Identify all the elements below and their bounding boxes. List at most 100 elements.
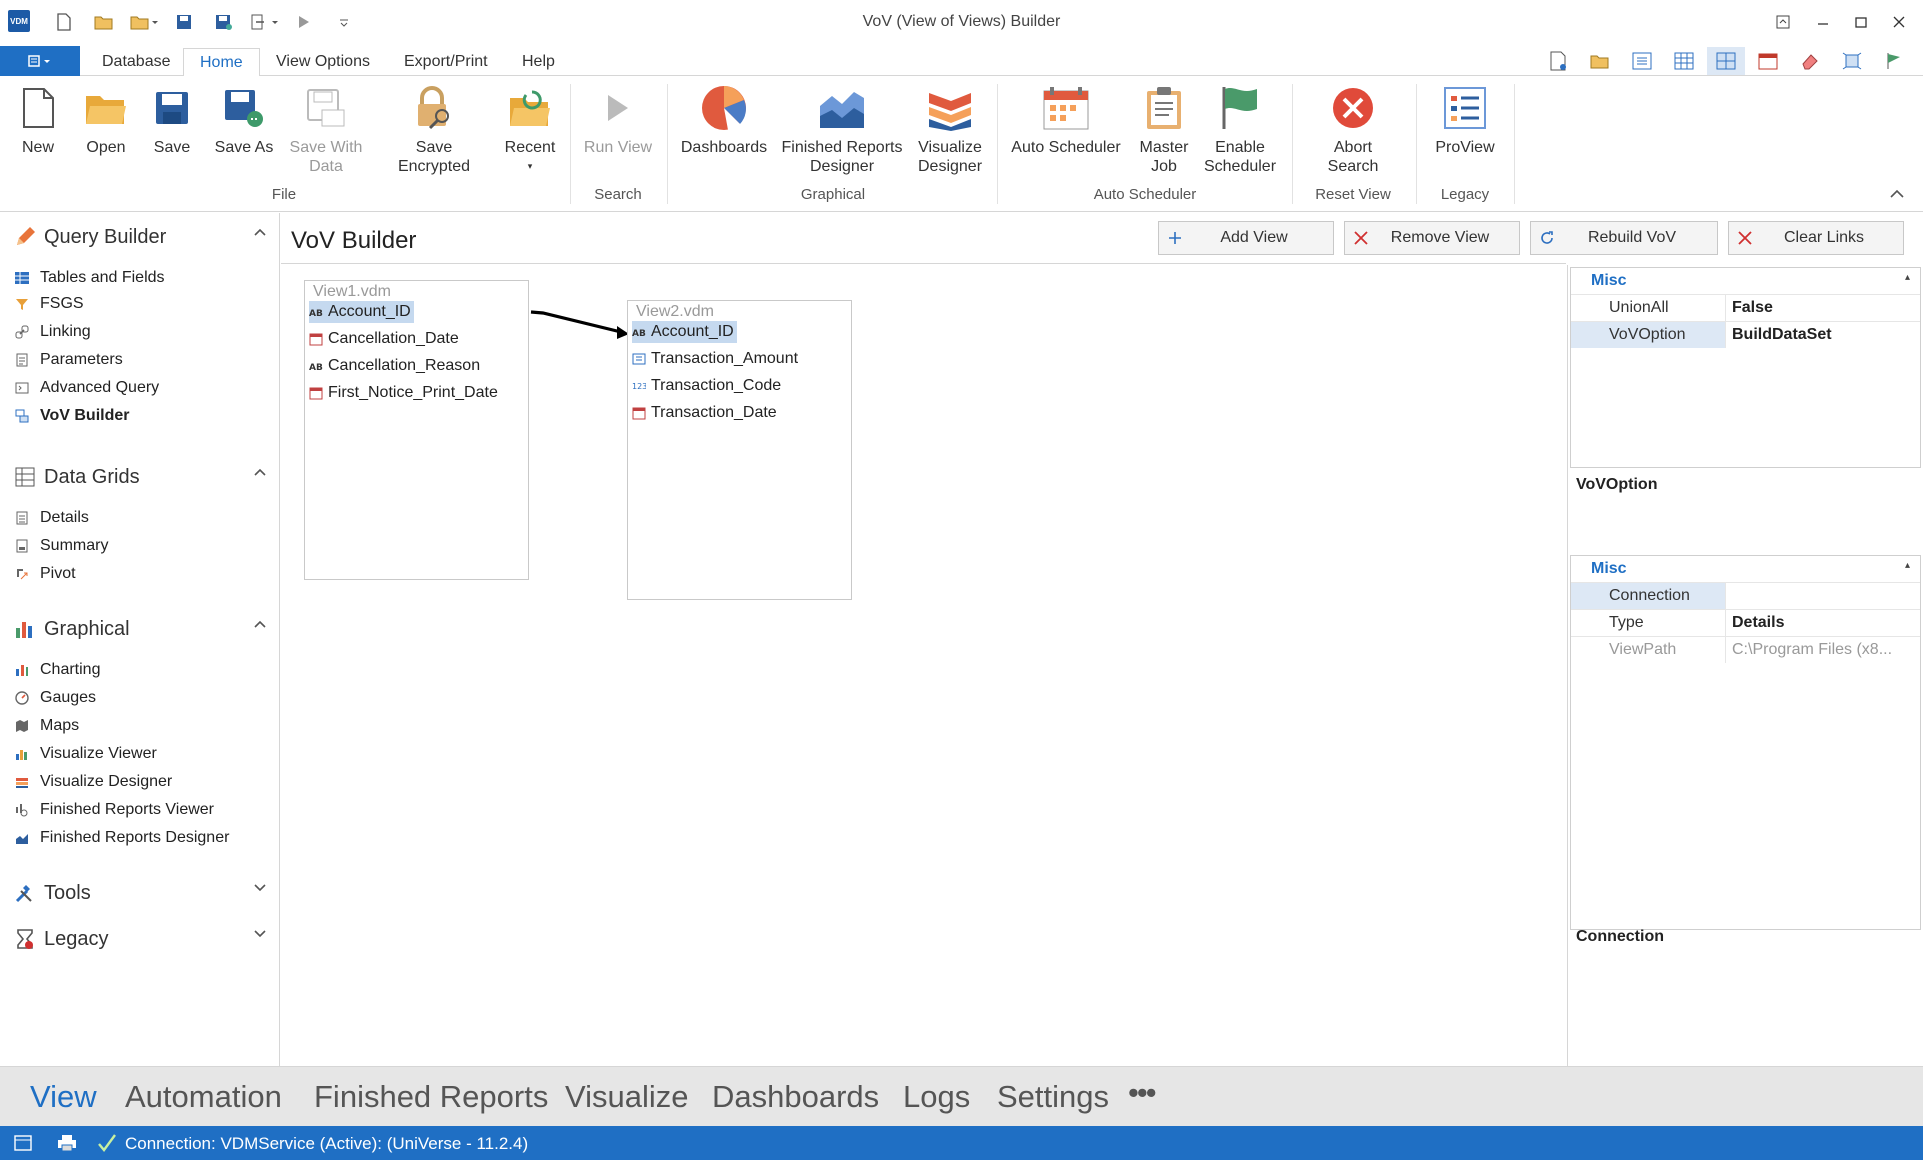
nav-item-vov-builder[interactable]: VoV Builder (14, 403, 264, 429)
view2-field[interactable]: 123 Transaction_Code (632, 375, 781, 397)
bottom-tab-dashboards[interactable]: Dashboards (712, 1079, 879, 1115)
app-menu-button[interactable] (0, 46, 80, 76)
collapse-icon[interactable]: ▴ (1905, 272, 1910, 283)
maximize-icon[interactable] (1842, 10, 1880, 34)
fit-layout-icon[interactable] (1623, 47, 1661, 75)
property-row-viewpath[interactable]: ViewPath C:\Program Files (x8... (1571, 636, 1920, 663)
view1-box[interactable]: View1.vdm AB Account_ID Cancellation_Dat… (304, 280, 529, 580)
frame-icon[interactable] (1833, 47, 1871, 75)
tab-view-options[interactable]: View Options (260, 48, 386, 76)
vov-canvas[interactable]: View1.vdm AB Account_ID Cancellation_Dat… (281, 264, 1566, 1066)
open-button[interactable]: Open (82, 82, 130, 157)
nav-item-visualize-designer[interactable]: Visualize Designer (14, 769, 264, 795)
property-category[interactable]: Misc ▴ (1571, 556, 1920, 582)
view1-field[interactable]: AB Cancellation_Reason (309, 355, 480, 377)
nav-item-maps[interactable]: Maps (14, 713, 264, 739)
collapse-icon[interactable]: ▴ (1905, 560, 1910, 571)
view1-field[interactable]: Cancellation_Date (309, 328, 459, 350)
view2-field[interactable]: Transaction_Amount (632, 348, 798, 370)
nav-item-gauges[interactable]: Gauges (14, 685, 264, 711)
dashboards-button[interactable]: Dashboards (678, 82, 770, 157)
nav-group-tools[interactable]: Tools (12, 877, 272, 909)
nav-group-data-grids[interactable]: Data Grids (12, 461, 272, 493)
nav-group-legacy[interactable]: Legacy (12, 923, 272, 955)
chevron-down-icon[interactable] (254, 884, 266, 892)
nav-item-charting[interactable]: Charting (14, 657, 264, 683)
nav-item-tables-and-fields[interactable]: Tables and Fields (14, 265, 264, 291)
visualize-designer-button[interactable]: Visualize Designer (912, 82, 988, 176)
flag-icon[interactable] (1875, 47, 1913, 75)
tab-export-print[interactable]: Export/Print (388, 48, 504, 76)
proview-button[interactable]: ProView (1428, 82, 1502, 157)
nav-item-details[interactable]: Details (14, 505, 264, 531)
clear-links-button[interactable]: Clear Links (1728, 221, 1904, 255)
calendar-layout-icon[interactable] (1749, 47, 1787, 75)
nav-group-query-builder[interactable]: Query Builder (12, 221, 272, 253)
property-category[interactable]: Misc ▴ (1571, 268, 1920, 294)
add-view-button[interactable]: Add View (1158, 221, 1334, 255)
collapse-ribbon-icon[interactable] (1887, 184, 1907, 204)
printer-icon[interactable] (56, 1133, 78, 1153)
nav-item-visualize-viewer[interactable]: Visualize Viewer (14, 741, 264, 767)
property-value[interactable]: Details (1726, 610, 1920, 636)
bottom-tab-view[interactable]: View (30, 1079, 97, 1115)
chevron-up-icon[interactable] (254, 620, 266, 628)
save-encrypted-button[interactable]: Save Encrypted (378, 82, 490, 176)
nav-item-advanced-query[interactable]: Advanced Query (14, 375, 264, 401)
tab-database[interactable]: Database (86, 48, 187, 76)
tab-help[interactable]: Help (506, 48, 571, 76)
nav-item-summary[interactable]: Summary (14, 533, 264, 559)
tile-layout-icon[interactable] (1707, 47, 1745, 75)
master-job-button[interactable]: Master Job (1136, 82, 1192, 176)
view2-field[interactable]: Transaction_Date (632, 402, 777, 424)
panel-toggle-icon[interactable] (12, 1133, 34, 1153)
tab-home[interactable]: Home (183, 48, 260, 77)
bottom-tab-automation[interactable]: Automation (125, 1079, 282, 1115)
nav-item-pivot[interactable]: Pivot (14, 561, 264, 587)
view2-box[interactable]: View2.vdm AB Account_ID Transaction_Amou… (627, 300, 852, 600)
nav-item-linking[interactable]: Linking (14, 319, 264, 345)
property-value[interactable]: BuildDataSet (1726, 322, 1920, 348)
rebuild-vov-button[interactable]: Rebuild VoV (1530, 221, 1718, 255)
new-layout-icon[interactable] (1539, 47, 1577, 75)
nav-group-graphical[interactable]: Graphical (12, 613, 272, 645)
bottom-tab-visualize[interactable]: Visualize (565, 1079, 689, 1115)
chevron-up-icon[interactable] (254, 228, 266, 236)
property-value[interactable]: False (1726, 295, 1920, 321)
finished-reports-designer-button[interactable]: Finished Reports Designer (780, 82, 904, 176)
minimize-icon[interactable] (1804, 10, 1842, 34)
nav-item-finished-reports-designer[interactable]: Finished Reports Designer (14, 825, 264, 851)
bottom-tab-logs[interactable]: Logs (903, 1079, 970, 1115)
eraser-icon[interactable] (1791, 47, 1829, 75)
abort-search-button[interactable]: Abort Search (1320, 82, 1386, 176)
run-view-button[interactable]: Run View (582, 82, 654, 157)
property-row-connection[interactable]: Connection (1571, 582, 1920, 609)
view1-field[interactable]: AB Account_ID (309, 301, 414, 323)
ribbon-display-options-icon[interactable] (1764, 10, 1802, 34)
remove-view-button[interactable]: Remove View (1344, 221, 1520, 255)
property-row-type[interactable]: Type Details (1571, 609, 1920, 636)
property-row-vovoption[interactable]: VoVOption BuildDataSet (1571, 321, 1920, 348)
bottom-tab-finished-reports[interactable]: Finished Reports (314, 1079, 548, 1115)
save-with-data-button[interactable]: Save With Data (288, 82, 364, 176)
chevron-up-icon[interactable] (254, 468, 266, 476)
view1-field[interactable]: First_Notice_Print_Date (309, 382, 498, 404)
chevron-down-icon[interactable] (254, 930, 266, 938)
close-icon[interactable] (1880, 10, 1918, 34)
view2-field[interactable]: AB Account_ID (632, 321, 737, 343)
open-layout-icon[interactable] (1581, 47, 1619, 75)
grid-layout-icon[interactable] (1665, 47, 1703, 75)
save-as-button[interactable]: Save As (212, 82, 276, 157)
property-value[interactable]: C:\Program Files (x8... (1726, 637, 1920, 663)
nav-item-finished-reports-viewer[interactable]: Finished Reports Viewer (14, 797, 264, 823)
bottom-tab-settings[interactable]: Settings (997, 1079, 1109, 1115)
nav-item-fsgs[interactable]: FSGS (14, 291, 264, 317)
save-button[interactable]: Save (150, 82, 194, 157)
auto-scheduler-button[interactable]: Auto Scheduler (1010, 82, 1122, 157)
more-icon[interactable]: ••• (1128, 1075, 1157, 1111)
nav-item-parameters[interactable]: Parameters (14, 347, 264, 373)
property-value[interactable] (1726, 583, 1920, 609)
enable-scheduler-button[interactable]: Enable Scheduler (1200, 82, 1280, 176)
property-row-unionall[interactable]: UnionAll False (1571, 294, 1920, 321)
new-button[interactable]: New (18, 82, 58, 157)
